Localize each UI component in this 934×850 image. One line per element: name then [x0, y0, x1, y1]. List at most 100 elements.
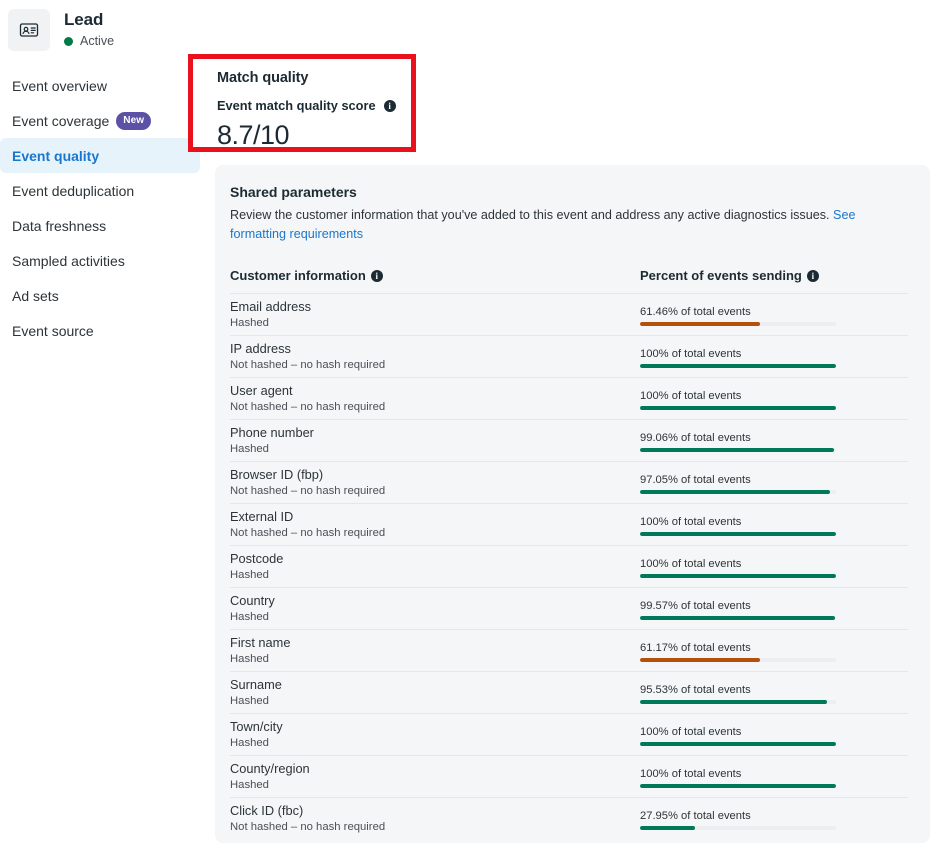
parameter-info-cell: Postcode Hashed — [230, 551, 640, 582]
percent-sending-cell: 100% of total events — [640, 345, 908, 368]
sidebar-item-event-quality[interactable]: Event quality — [0, 138, 200, 173]
parameter-info-cell: Phone number Hashed — [230, 425, 640, 456]
match-quality-score-value: 8.7/10 — [217, 120, 290, 150]
page-title: Lead — [64, 10, 104, 29]
sidebar-item-event-coverage[interactable]: Event coverage New — [0, 103, 205, 138]
sidebar-item-label: Event coverage — [12, 112, 110, 129]
match-quality-title: Match quality — [217, 70, 309, 86]
parameter-hash-status: Not hashed – no hash required — [230, 485, 386, 497]
percent-bar-track — [640, 406, 836, 410]
percent-bar-fill — [640, 616, 836, 620]
table-body: Email address Hashed 61.46% of total event… — [230, 293, 908, 839]
sidebar-item-label: Event overview — [12, 77, 107, 94]
table-row: County/region Hashed 100% of total events — [230, 755, 908, 797]
parameter-info-cell: First name Hashed — [230, 635, 640, 666]
table-row: External ID Not hashed – no hash required… — [230, 503, 908, 545]
percent-bar-track — [640, 490, 836, 494]
percent-label: 95.53% of total events — [640, 684, 751, 696]
percent-sending-cell: 100% of total events — [640, 513, 908, 536]
column-header-percent-sending: Percent of events sending i — [640, 268, 908, 284]
parameter-hash-status: Not hashed – no hash required — [230, 527, 386, 539]
percent-sending-cell: 61.46% of total events — [640, 303, 908, 326]
panel-description-text: Review the customer information that you… — [230, 208, 834, 222]
percent-label: 100% of total events — [640, 558, 742, 570]
parameter-hash-status: Not hashed – no hash required — [230, 821, 386, 833]
info-icon[interactable]: i — [383, 100, 396, 112]
entity-header: Lead Active — [0, 0, 934, 58]
sidebar-item-ad-sets[interactable]: Ad sets — [0, 278, 205, 313]
table-row: Postcode Hashed 100% of total events — [230, 545, 908, 587]
parameter-info-cell: Surname Hashed — [230, 677, 640, 708]
sidebar-item-label: Event deduplication — [12, 182, 135, 199]
percent-label: 61.46% of total events — [640, 306, 751, 318]
parameter-name: Country — [230, 593, 275, 608]
table-row: First name Hashed 61.17% of total events — [230, 629, 908, 671]
parameter-info-cell: County/region Hashed — [230, 761, 640, 792]
percent-bar-track — [640, 742, 836, 746]
parameter-name: IP address — [230, 341, 291, 356]
parameter-hash-status: Hashed — [230, 779, 269, 791]
percent-sending-cell: 100% of total events — [640, 387, 908, 410]
percent-sending-cell: 100% of total events — [640, 723, 908, 746]
parameter-name: External ID — [230, 509, 294, 524]
table-row: Phone number Hashed 99.06% of total events — [230, 419, 908, 461]
sidebar-item-label: Sampled activities — [12, 252, 125, 269]
percent-bar-fill — [640, 658, 760, 662]
parameter-hash-status: Hashed — [230, 611, 269, 623]
percent-label: 100% of total events — [640, 516, 742, 528]
percent-bar-track — [640, 616, 836, 620]
percent-sending-cell: 27.95% of total events — [640, 807, 908, 830]
table-row: Click ID (fbc) Not hashed – no hash requi… — [230, 797, 908, 839]
percent-bar-fill — [640, 532, 836, 536]
entity-meta: Lead Active — [64, 8, 114, 48]
parameter-name: Click ID (fbc) — [230, 803, 304, 818]
parameter-info-cell: External ID Not hashed – no hash required — [230, 509, 640, 540]
info-icon[interactable]: i — [370, 270, 383, 282]
parameter-hash-status: Hashed — [230, 653, 269, 665]
percent-bar-fill — [640, 826, 695, 830]
contact-card-icon — [8, 9, 50, 51]
column-header-label: Percent of events sending — [640, 268, 802, 283]
table-row: Email address Hashed 61.46% of total event… — [230, 293, 908, 335]
percent-bar-track — [640, 826, 836, 830]
sidebar-item-event-overview[interactable]: Event overview — [0, 68, 205, 103]
status-badge: Active — [64, 34, 114, 48]
column-header-label: Customer information — [230, 268, 366, 283]
shared-parameters-panel: Shared parameters Review the customer in… — [215, 165, 930, 843]
percent-label: 99.06% of total events — [640, 432, 751, 444]
parameter-hash-status: Hashed — [230, 737, 269, 749]
panel-description: Review the customer information that you… — [230, 206, 870, 244]
match-quality-card: Match quality Event match quality score … — [188, 54, 416, 152]
parameter-info-cell: Email address Hashed — [230, 299, 640, 330]
sidebar-item-data-freshness[interactable]: Data freshness — [0, 208, 205, 243]
parameter-info-cell: Country Hashed — [230, 593, 640, 624]
sidebar-item-event-deduplication[interactable]: Event deduplication — [0, 173, 205, 208]
parameter-name: Email address — [230, 299, 312, 314]
match-quality-score-row: Event match quality score i — [217, 99, 411, 113]
percent-sending-cell: 99.06% of total events — [640, 429, 908, 452]
table-row: Browser ID (fbp) Not hashed – no hash req… — [230, 461, 908, 503]
match-quality-score-label: Event match quality score — [217, 98, 376, 113]
sidebar-item-sampled-activities[interactable]: Sampled activities — [0, 243, 205, 278]
info-icon[interactable]: i — [806, 270, 819, 282]
parameter-name: Surname — [230, 677, 282, 692]
parameter-hash-status: Hashed — [230, 569, 269, 581]
percent-bar-fill — [640, 784, 836, 788]
parameter-hash-status: Not hashed – no hash required — [230, 359, 386, 371]
panel-title: Shared parameters — [230, 184, 357, 200]
percent-bar-fill — [640, 490, 831, 494]
parameter-name: Town/city — [230, 719, 283, 734]
column-header-customer-information: Customer information i — [230, 268, 640, 284]
percent-bar-fill — [640, 700, 828, 704]
sidebar-item-event-source[interactable]: Event source — [0, 313, 205, 348]
percent-bar-fill — [640, 322, 761, 326]
percent-label: 100% of total events — [640, 768, 742, 780]
percent-bar-track — [640, 532, 836, 536]
sidebar-item-label: Event source — [12, 322, 94, 339]
percent-bar-track — [640, 784, 836, 788]
parameter-name: Browser ID (fbp) — [230, 467, 324, 482]
percent-sending-cell: 61.17% of total events — [640, 639, 908, 662]
status-label: Active — [80, 34, 115, 48]
sidebar-item-label: Ad sets — [12, 287, 59, 304]
percent-label: 100% of total events — [640, 726, 742, 738]
